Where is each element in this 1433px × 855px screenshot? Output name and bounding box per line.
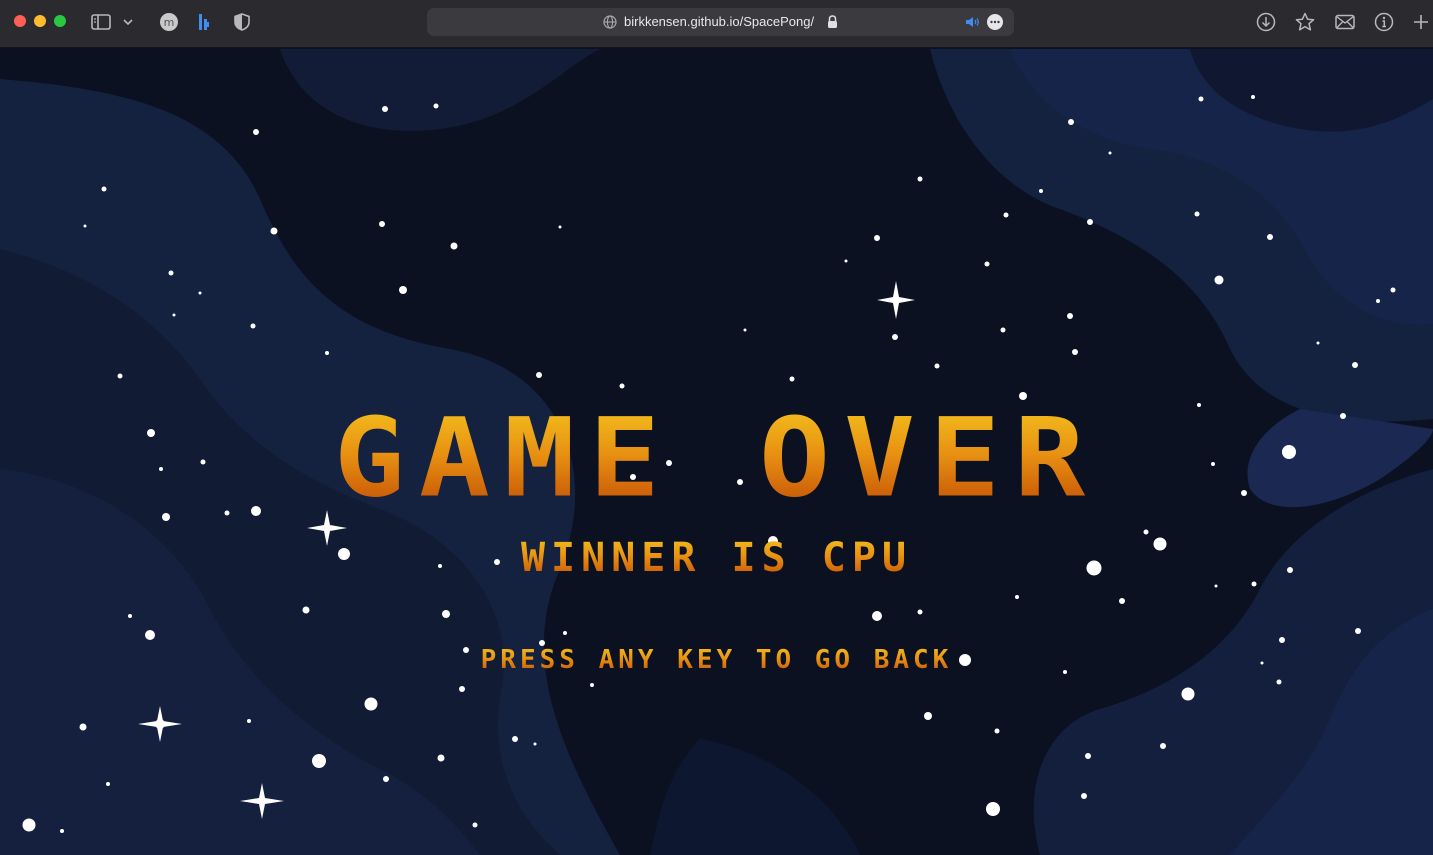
chevron-down-icon[interactable] xyxy=(120,12,136,32)
url-text: birkkensen.github.io/SpacePong/ xyxy=(624,14,815,29)
mail-icon[interactable] xyxy=(1335,12,1355,32)
browser-toolbar: m birkkensen.github.io/SpacePong/ xyxy=(0,0,1433,48)
download-icon[interactable] xyxy=(1256,12,1276,32)
globe-icon xyxy=(600,12,620,32)
minimize-window-button[interactable] xyxy=(34,15,46,27)
lock-icon xyxy=(825,12,839,32)
speaker-icon[interactable] xyxy=(963,12,983,32)
sidebar-icon[interactable] xyxy=(91,12,111,32)
svg-text:m: m xyxy=(164,16,175,29)
zoom-window-button[interactable] xyxy=(54,15,66,27)
shield-icon[interactable] xyxy=(232,12,252,32)
extension-m-icon[interactable]: m xyxy=(159,12,179,32)
address-bar[interactable]: birkkensen.github.io/SpacePong/ xyxy=(427,8,1014,36)
info-icon[interactable] xyxy=(1374,12,1394,32)
winner-text: WINNER IS CPU xyxy=(0,536,1433,580)
game-canvas[interactable]: GAME OVER WINNER IS CPU PRESS ANY KEY TO… xyxy=(0,49,1433,855)
star-icon[interactable] xyxy=(1295,12,1315,32)
new-tab-icon[interactable] xyxy=(1411,12,1431,32)
extension-b-icon[interactable] xyxy=(194,12,214,32)
close-window-button[interactable] xyxy=(14,15,26,27)
press-any-key-prompt: PRESS ANY KEY TO GO BACK xyxy=(0,645,1433,675)
more-icon[interactable] xyxy=(985,12,1005,32)
game-over-title: GAME OVER xyxy=(0,404,1433,513)
